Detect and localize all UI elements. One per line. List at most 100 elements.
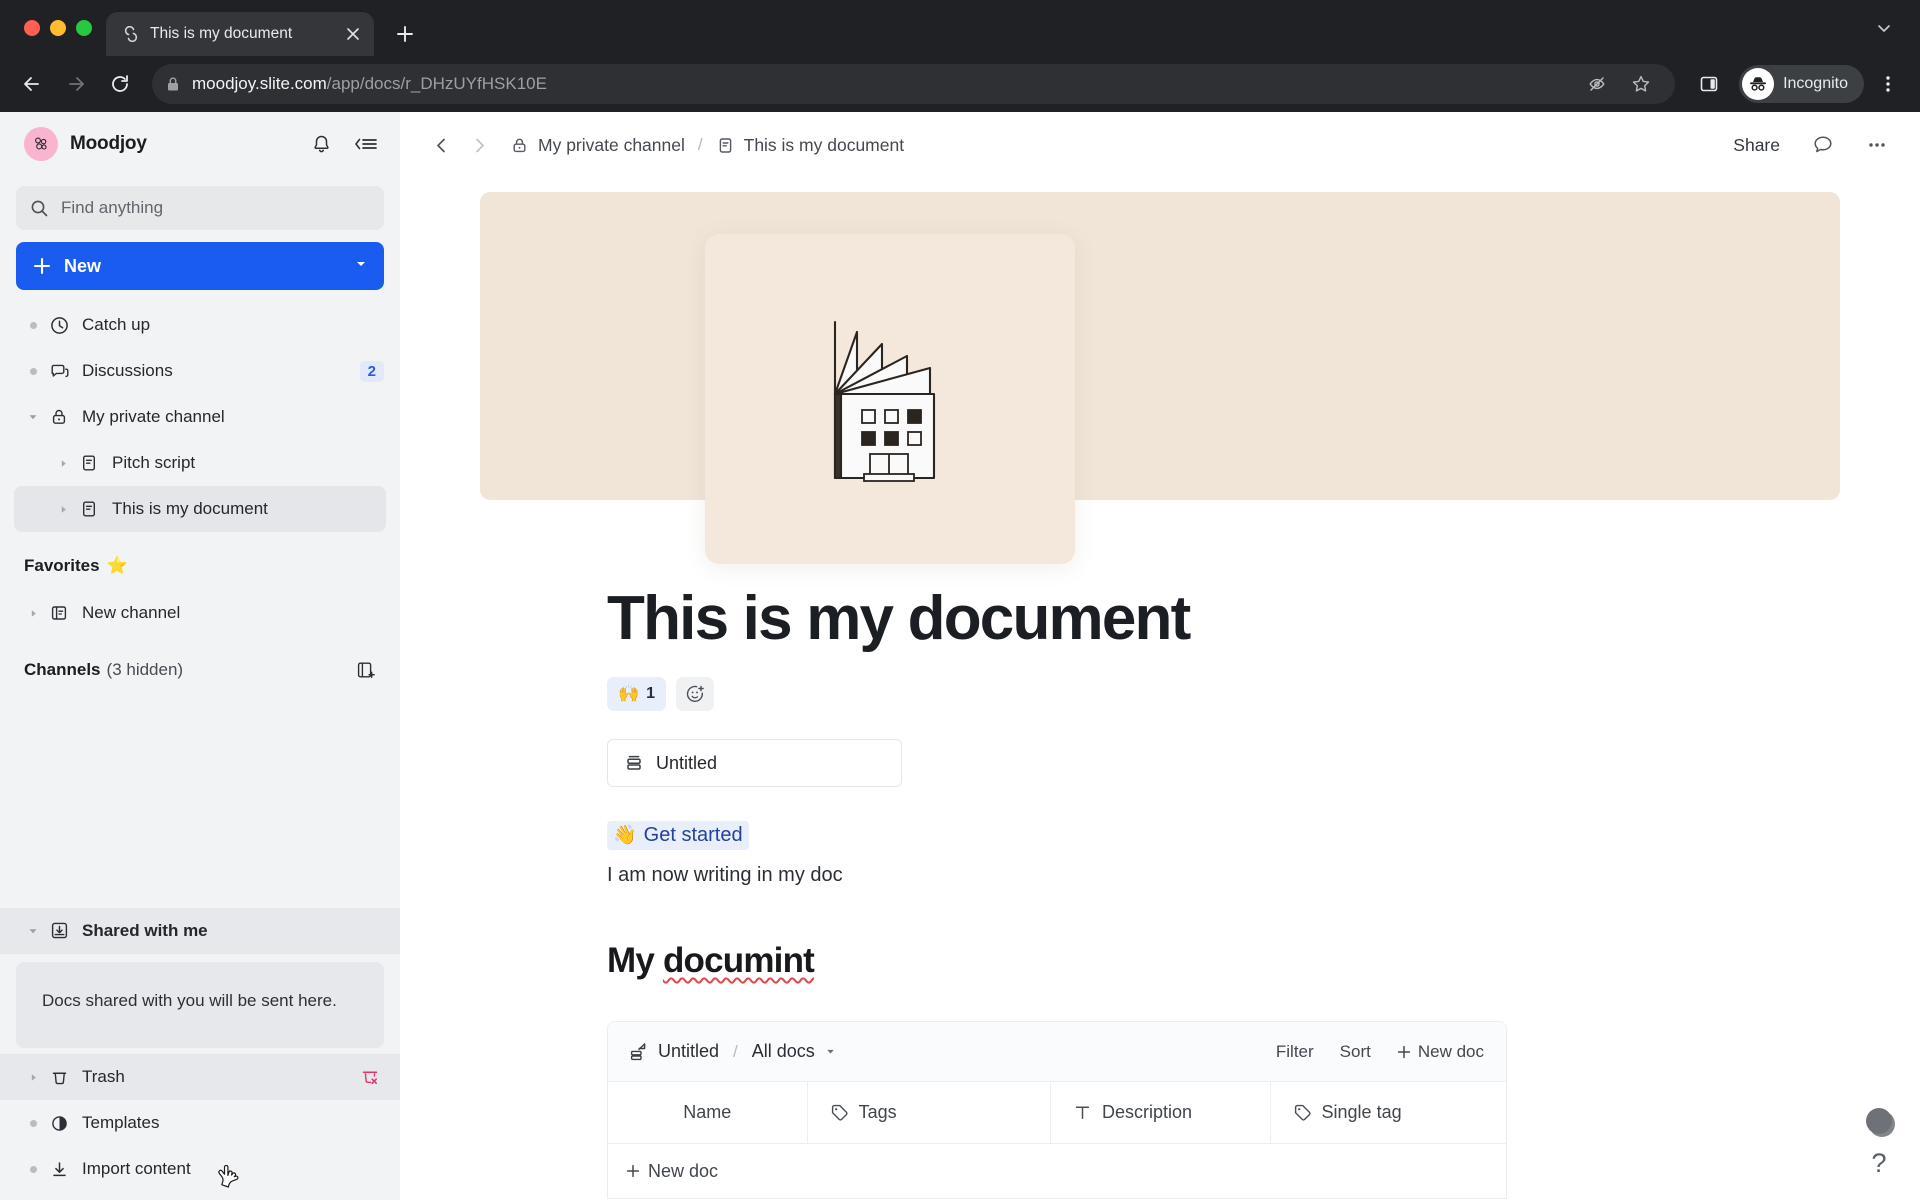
document-toolbar-actions: Share bbox=[1727, 128, 1894, 162]
caret-down-icon[interactable] bbox=[22, 925, 44, 937]
collection-embed-block[interactable]: Untitled bbox=[607, 739, 902, 788]
caret-right-icon[interactable] bbox=[22, 608, 44, 619]
sidebar-item-templates[interactable]: Templates bbox=[0, 1100, 400, 1146]
new-doc-button[interactable]: New doc bbox=[1397, 1042, 1484, 1062]
share-button[interactable]: Share bbox=[1727, 129, 1786, 162]
column-header-description[interactable]: Description bbox=[1051, 1082, 1271, 1144]
column-header-single-tag[interactable]: Single tag bbox=[1271, 1082, 1506, 1143]
back-arrow-icon[interactable] bbox=[12, 64, 52, 104]
caret-down-icon[interactable] bbox=[825, 1046, 836, 1057]
document-banner[interactable] bbox=[480, 192, 1840, 564]
column-label: Single tag bbox=[1321, 1102, 1402, 1123]
breadcrumb: My private channel / This is my document bbox=[510, 135, 904, 156]
sidebar-item-label: Pitch script bbox=[112, 453, 196, 472]
chevron-left-icon[interactable] bbox=[422, 126, 460, 164]
chevron-down-icon[interactable] bbox=[1864, 8, 1904, 48]
tabstrip-right bbox=[1864, 0, 1920, 56]
sidebar-item-shared-with-me[interactable]: Shared with me bbox=[0, 907, 400, 954]
new-button[interactable]: New bbox=[16, 242, 384, 290]
sidebar-tree: Catch up Discussions 2 My private channe… bbox=[0, 290, 400, 1200]
sidebar-item-discussions[interactable]: Discussions 2 bbox=[0, 348, 400, 394]
help-widget: ? bbox=[1860, 1108, 1898, 1182]
text-icon bbox=[1073, 1103, 1092, 1122]
column-header-tags[interactable]: Tags bbox=[808, 1082, 1052, 1144]
channels-hidden-count: (3 hidden) bbox=[106, 660, 184, 679]
reaction-count: 1 bbox=[646, 685, 656, 703]
browser-tab[interactable]: This is my document bbox=[106, 12, 374, 56]
caret-down-icon[interactable] bbox=[22, 411, 44, 423]
address-bar[interactable]: moodjoy.slite.com/app/docs/r_DHzUYfHSK10… bbox=[152, 64, 1676, 104]
collection-name[interactable]: Untitled bbox=[658, 1041, 719, 1062]
url-host: moodjoy.slite.com bbox=[192, 74, 327, 93]
eye-off-icon[interactable] bbox=[1577, 64, 1617, 104]
breadcrumb-item-channel[interactable]: My private channel bbox=[510, 135, 685, 156]
sidebar-item-new-channel[interactable]: New channel bbox=[0, 590, 400, 636]
channels-title: Channels bbox=[24, 660, 101, 679]
sidebar-item-pitch-script[interactable]: Pitch script bbox=[0, 440, 400, 486]
maximize-window-button[interactable] bbox=[76, 20, 92, 36]
comment-icon[interactable] bbox=[1806, 128, 1840, 162]
help-button[interactable]: ? bbox=[1860, 1144, 1898, 1182]
bell-icon[interactable] bbox=[306, 129, 336, 159]
reload-icon[interactable] bbox=[100, 64, 140, 104]
new-tab-button[interactable] bbox=[388, 17, 422, 51]
chevron-down-icon[interactable] bbox=[354, 257, 368, 276]
sidebar-header-actions bbox=[306, 129, 380, 159]
new-channel-icon[interactable] bbox=[352, 656, 380, 684]
omnibox-actions bbox=[1577, 64, 1661, 104]
page-title[interactable]: This is my document bbox=[607, 586, 1840, 651]
collapse-sidebar-icon[interactable] bbox=[350, 129, 380, 159]
sidebar-header: Moodjoy bbox=[0, 112, 400, 176]
sidebar-item-import-content[interactable]: Import content bbox=[0, 1146, 400, 1192]
close-icon[interactable] bbox=[342, 23, 364, 45]
document-toolbar: My private channel / This is my document… bbox=[400, 112, 1920, 178]
window-controls bbox=[14, 0, 106, 56]
filter-button[interactable]: Filter bbox=[1276, 1042, 1314, 1062]
caret-right-icon[interactable] bbox=[52, 458, 74, 469]
favorites-section-header[interactable]: Favorites ⭐ bbox=[0, 542, 400, 590]
forward-arrow-icon[interactable] bbox=[56, 64, 96, 104]
document-paragraph[interactable]: I am now writing in my doc bbox=[607, 864, 1840, 887]
profile-chip[interactable]: Incognito bbox=[1739, 65, 1864, 103]
star-icon[interactable] bbox=[1621, 64, 1661, 104]
sidebar-item-this-is-my-document[interactable]: This is my document bbox=[14, 486, 386, 532]
chat-bubbles-icon bbox=[44, 361, 74, 382]
kebab-menu-icon[interactable] bbox=[1868, 64, 1908, 104]
close-window-button[interactable] bbox=[24, 20, 40, 36]
sidebar-item-catch-up[interactable]: Catch up bbox=[0, 302, 400, 348]
minimize-window-button[interactable] bbox=[50, 20, 66, 36]
channels-section-header[interactable]: Channels (3 hidden) bbox=[0, 646, 400, 694]
ellipsis-icon[interactable] bbox=[1860, 128, 1894, 162]
column-header-name[interactable]: Name bbox=[608, 1082, 808, 1144]
sidebar-item-my-private-channel[interactable]: My private channel bbox=[0, 394, 400, 440]
bullet-marker bbox=[22, 1119, 44, 1127]
get-started-link-label: Get started bbox=[643, 823, 743, 846]
caret-right-icon[interactable] bbox=[22, 1072, 44, 1083]
breadcrumb-label: My private channel bbox=[538, 134, 685, 155]
collection-new-row[interactable]: New doc bbox=[608, 1144, 1506, 1198]
document-scroll-area[interactable]: This is my document 🙌 1 Untitled 👋 Get s… bbox=[400, 178, 1920, 1200]
lock-icon bbox=[510, 136, 529, 155]
breadcrumb-item-document[interactable]: This is my document bbox=[716, 135, 904, 156]
shared-empty-state: Docs shared with you will be sent here. bbox=[16, 961, 384, 1048]
caret-right-icon[interactable] bbox=[52, 504, 74, 515]
help-badge[interactable] bbox=[1866, 1108, 1892, 1134]
new-button-label: New bbox=[64, 255, 102, 276]
reaction-pill[interactable]: 🙌 1 bbox=[607, 677, 667, 712]
moodjoy-logo[interactable] bbox=[24, 127, 58, 161]
collection-view-selector[interactable]: All docs bbox=[752, 1041, 815, 1062]
doc-icon bbox=[74, 499, 104, 519]
sidebar-item-label: Discussions bbox=[82, 361, 173, 380]
sort-button[interactable]: Sort bbox=[1340, 1042, 1371, 1062]
add-reaction-icon[interactable] bbox=[676, 677, 715, 712]
tag-icon bbox=[830, 1103, 849, 1122]
empty-trash-icon[interactable] bbox=[356, 1063, 384, 1091]
templates-icon bbox=[44, 1113, 74, 1134]
search-input[interactable]: Find anything bbox=[16, 186, 384, 230]
section-heading[interactable]: My documint bbox=[607, 941, 815, 981]
sidebar-item-trash[interactable]: Trash bbox=[0, 1054, 400, 1100]
get-started-link[interactable]: 👋 Get started bbox=[607, 821, 749, 851]
document-body: This is my document 🙌 1 Untitled 👋 Get s… bbox=[400, 586, 1920, 1200]
chevron-right-icon[interactable] bbox=[460, 126, 498, 164]
side-panel-icon[interactable] bbox=[1689, 64, 1729, 104]
